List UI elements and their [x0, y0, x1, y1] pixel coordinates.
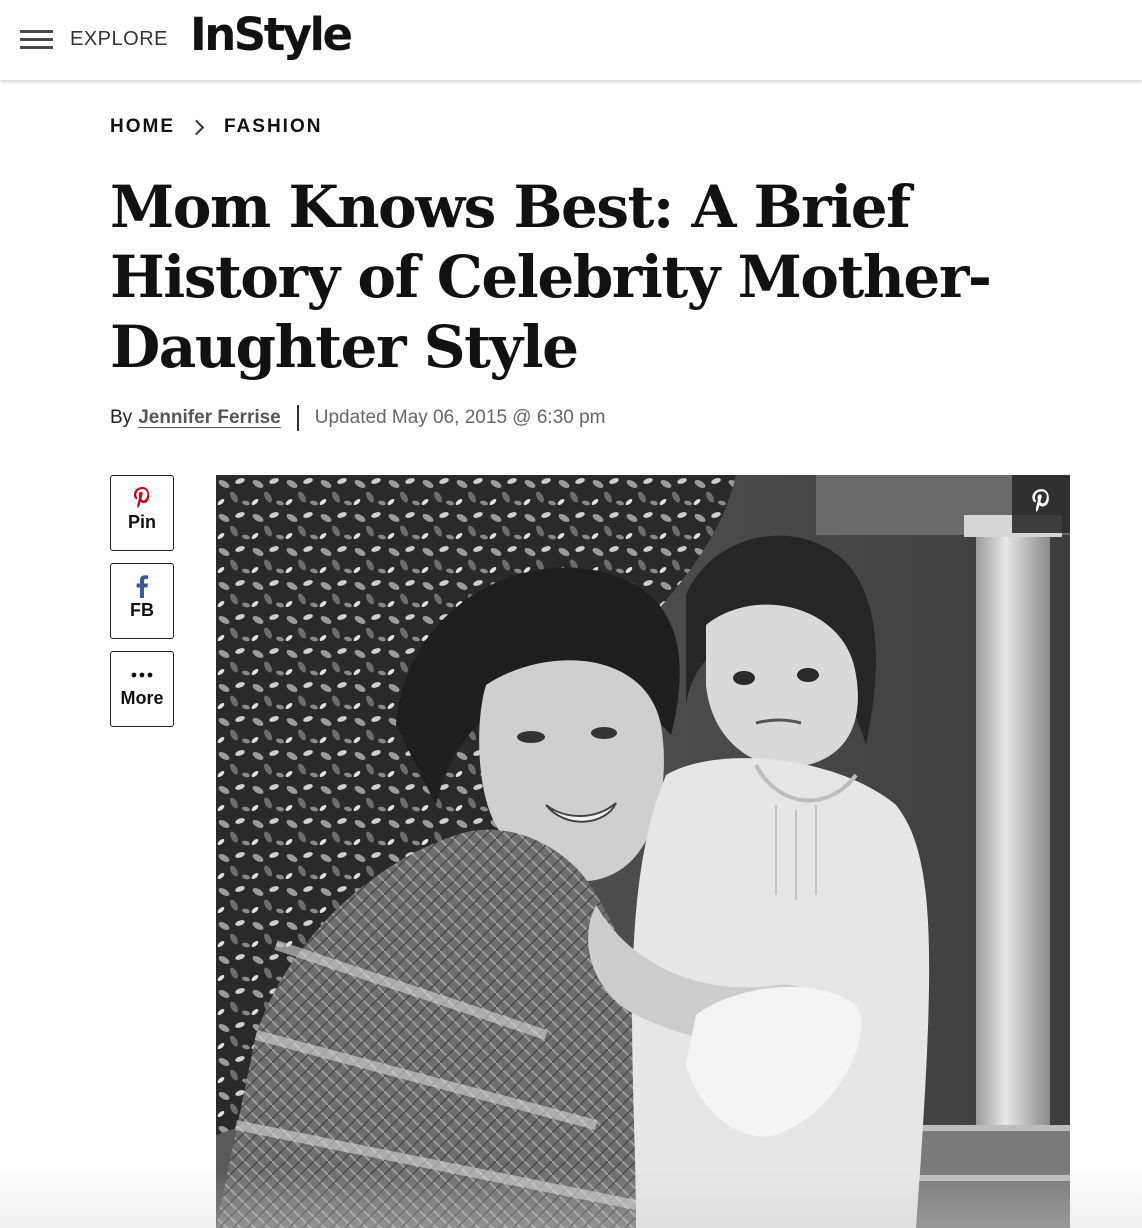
share-pin-button[interactable]: Pin	[110, 475, 174, 551]
share-fb-label: FB	[130, 600, 154, 620]
hero-photo	[216, 475, 1070, 1228]
instyle-logo[interactable]: InStyle	[190, 8, 353, 61]
author-link[interactable]: Jennifer Ferrise	[138, 407, 281, 429]
byline-prefix: By	[110, 407, 133, 428]
article-title: Mom Knows Best: A Brief History of Celeb…	[110, 173, 992, 381]
site-header: EXPLORE InStyle	[0, 0, 1142, 80]
share-more-label: More	[120, 688, 164, 708]
facebook-icon	[111, 574, 173, 600]
explore-link[interactable]: EXPLORE	[70, 28, 168, 51]
hamburger-menu-icon[interactable]	[20, 28, 54, 52]
image-pin-button[interactable]	[1012, 475, 1070, 533]
pinterest-icon	[111, 486, 173, 512]
share-pin-label: Pin	[127, 512, 156, 532]
breadcrumb-home[interactable]: HOME	[110, 116, 175, 138]
share-more-button[interactable]: More	[110, 651, 174, 727]
pinterest-icon	[1030, 488, 1052, 521]
breadcrumb: HOME FASHION	[110, 116, 322, 138]
breadcrumb-fashion[interactable]: FASHION	[224, 116, 322, 138]
updated-date: Updated May 06, 2015 @ 6:30 pm	[314, 407, 606, 428]
byline-divider	[296, 405, 299, 431]
chevron-right-icon	[188, 119, 205, 135]
ellipsis-icon	[111, 662, 173, 688]
share-facebook-button[interactable]: FB	[110, 563, 174, 639]
byline: By Jennifer Ferrise Updated May 06, 2015…	[110, 405, 606, 431]
hero-photo-illustration	[216, 475, 1070, 1228]
